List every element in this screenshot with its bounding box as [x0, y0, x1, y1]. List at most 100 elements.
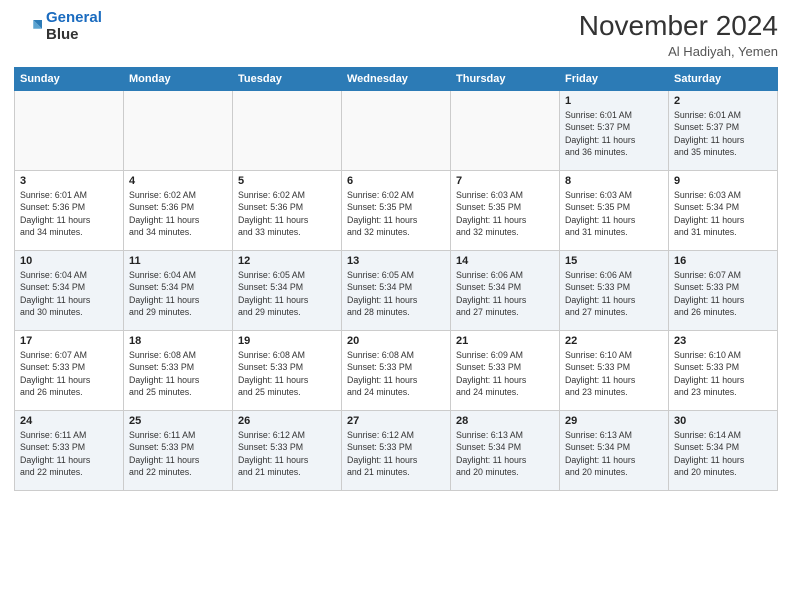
- week-row-2: 3 Sunrise: 6:01 AM Sunset: 5:36 PM Daylig…: [15, 171, 778, 251]
- day-info: Sunrise: 6:09 AM Sunset: 5:33 PM Dayligh…: [456, 349, 554, 398]
- day-info: Sunrise: 6:11 AM Sunset: 5:33 PM Dayligh…: [20, 429, 118, 478]
- day-number: 15: [565, 255, 663, 267]
- day-number: 22: [565, 335, 663, 347]
- logo-icon: [14, 13, 42, 41]
- day-number: 3: [20, 175, 118, 187]
- day-cell: 5 Sunrise: 6:02 AM Sunset: 5:36 PM Daylig…: [233, 171, 342, 251]
- col-header-sunday: Sunday: [15, 68, 124, 91]
- day-info: Sunrise: 6:03 AM Sunset: 5:34 PM Dayligh…: [674, 189, 772, 238]
- day-number: 2: [674, 95, 772, 107]
- day-number: 17: [20, 335, 118, 347]
- day-info: Sunrise: 6:08 AM Sunset: 5:33 PM Dayligh…: [238, 349, 336, 398]
- day-cell: 13 Sunrise: 6:05 AM Sunset: 5:34 PM Dayli…: [342, 251, 451, 331]
- day-cell: 9 Sunrise: 6:03 AM Sunset: 5:34 PM Daylig…: [669, 171, 778, 251]
- header: General Blue November 2024 Al Hadiyah, Y…: [14, 10, 778, 59]
- day-cell: 7 Sunrise: 6:03 AM Sunset: 5:35 PM Daylig…: [451, 171, 560, 251]
- day-cell: 15 Sunrise: 6:06 AM Sunset: 5:33 PM Dayli…: [560, 251, 669, 331]
- day-cell: [451, 91, 560, 171]
- day-cell: 14 Sunrise: 6:06 AM Sunset: 5:34 PM Dayli…: [451, 251, 560, 331]
- month-title: November 2024: [579, 10, 778, 42]
- logo: General Blue: [14, 10, 102, 43]
- day-number: 14: [456, 255, 554, 267]
- day-cell: 11 Sunrise: 6:04 AM Sunset: 5:34 PM Dayli…: [124, 251, 233, 331]
- title-block: November 2024 Al Hadiyah, Yemen: [579, 10, 778, 59]
- day-cell: 25Sunrise: 6:11 AM Sunset: 5:33 PM Dayli…: [124, 411, 233, 491]
- day-number: 5: [238, 175, 336, 187]
- week-row-1: 1 Sunrise: 6:01 AM Sunset: 5:37 PM Daylig…: [15, 91, 778, 171]
- day-cell: 18 Sunrise: 6:08 AM Sunset: 5:33 PM Dayli…: [124, 331, 233, 411]
- day-cell: 29 Sunrise: 6:13 AM Sunset: 5:34 PM Dayli…: [560, 411, 669, 491]
- week-row-4: 17 Sunrise: 6:07 AM Sunset: 5:33 PM Dayli…: [15, 331, 778, 411]
- day-info: Sunrise: 6:10 AM Sunset: 5:33 PM Dayligh…: [674, 349, 772, 398]
- col-header-monday: Monday: [124, 68, 233, 91]
- day-number: 13: [347, 255, 445, 267]
- day-cell: 17 Sunrise: 6:07 AM Sunset: 5:33 PM Dayli…: [15, 331, 124, 411]
- day-cell: 23Sunrise: 6:10 AM Sunset: 5:33 PM Dayli…: [669, 331, 778, 411]
- day-number: 20: [347, 335, 445, 347]
- day-number: 7: [456, 175, 554, 187]
- day-number: 10: [20, 255, 118, 267]
- day-number: 21: [456, 335, 554, 347]
- day-number: 12: [238, 255, 336, 267]
- day-cell: 4 Sunrise: 6:02 AM Sunset: 5:36 PM Daylig…: [124, 171, 233, 251]
- day-cell: 19 Sunrise: 6:08 AM Sunset: 5:33 PM Dayli…: [233, 331, 342, 411]
- day-cell: 6Sunrise: 6:02 AM Sunset: 5:35 PM Daylig…: [342, 171, 451, 251]
- day-cell: 1 Sunrise: 6:01 AM Sunset: 5:37 PM Daylig…: [560, 91, 669, 171]
- day-info: Sunrise: 6:04 AM Sunset: 5:34 PM Dayligh…: [129, 269, 227, 318]
- day-number: 18: [129, 335, 227, 347]
- day-info: Sunrise: 6:04 AM Sunset: 5:34 PM Dayligh…: [20, 269, 118, 318]
- week-row-5: 24 Sunrise: 6:11 AM Sunset: 5:33 PM Dayli…: [15, 411, 778, 491]
- day-cell: 22Sunrise: 6:10 AM Sunset: 5:33 PM Dayli…: [560, 331, 669, 411]
- day-info: Sunrise: 6:06 AM Sunset: 5:34 PM Dayligh…: [456, 269, 554, 318]
- day-cell: 30Sunrise: 6:14 AM Sunset: 5:34 PM Dayli…: [669, 411, 778, 491]
- day-number: 4: [129, 175, 227, 187]
- day-info: Sunrise: 6:13 AM Sunset: 5:34 PM Dayligh…: [456, 429, 554, 478]
- day-info: Sunrise: 6:02 AM Sunset: 5:36 PM Dayligh…: [238, 189, 336, 238]
- day-number: 26: [238, 415, 336, 427]
- day-info: Sunrise: 6:03 AM Sunset: 5:35 PM Dayligh…: [565, 189, 663, 238]
- col-header-tuesday: Tuesday: [233, 68, 342, 91]
- col-header-friday: Friday: [560, 68, 669, 91]
- day-number: 19: [238, 335, 336, 347]
- day-info: Sunrise: 6:01 AM Sunset: 5:36 PM Dayligh…: [20, 189, 118, 238]
- day-number: 25: [129, 415, 227, 427]
- day-number: 11: [129, 255, 227, 267]
- calendar-table: SundayMondayTuesdayWednesdayThursdayFrid…: [14, 67, 778, 491]
- col-header-wednesday: Wednesday: [342, 68, 451, 91]
- col-header-saturday: Saturday: [669, 68, 778, 91]
- day-info: Sunrise: 6:01 AM Sunset: 5:37 PM Dayligh…: [674, 109, 772, 158]
- day-info: Sunrise: 6:08 AM Sunset: 5:33 PM Dayligh…: [129, 349, 227, 398]
- day-cell: 21 Sunrise: 6:09 AM Sunset: 5:33 PM Dayli…: [451, 331, 560, 411]
- day-cell: 16Sunrise: 6:07 AM Sunset: 5:33 PM Dayli…: [669, 251, 778, 331]
- day-cell: 10 Sunrise: 6:04 AM Sunset: 5:34 PM Dayli…: [15, 251, 124, 331]
- day-info: Sunrise: 6:02 AM Sunset: 5:36 PM Dayligh…: [129, 189, 227, 238]
- day-number: 29: [565, 415, 663, 427]
- day-info: Sunrise: 6:05 AM Sunset: 5:34 PM Dayligh…: [238, 269, 336, 318]
- day-number: 27: [347, 415, 445, 427]
- day-number: 1: [565, 95, 663, 107]
- day-info: Sunrise: 6:13 AM Sunset: 5:34 PM Dayligh…: [565, 429, 663, 478]
- day-info: Sunrise: 6:02 AM Sunset: 5:35 PM Dayligh…: [347, 189, 445, 238]
- logo-text: General Blue: [46, 10, 102, 43]
- day-info: Sunrise: 6:01 AM Sunset: 5:37 PM Dayligh…: [565, 109, 663, 158]
- day-number: 8: [565, 175, 663, 187]
- day-cell: [124, 91, 233, 171]
- day-cell: 8 Sunrise: 6:03 AM Sunset: 5:35 PM Daylig…: [560, 171, 669, 251]
- day-info: Sunrise: 6:05 AM Sunset: 5:34 PM Dayligh…: [347, 269, 445, 318]
- day-cell: 26 Sunrise: 6:12 AM Sunset: 5:33 PM Dayli…: [233, 411, 342, 491]
- day-info: Sunrise: 6:12 AM Sunset: 5:33 PM Dayligh…: [238, 429, 336, 478]
- col-header-thursday: Thursday: [451, 68, 560, 91]
- day-number: 9: [674, 175, 772, 187]
- day-info: Sunrise: 6:06 AM Sunset: 5:33 PM Dayligh…: [565, 269, 663, 318]
- day-cell: 20Sunrise: 6:08 AM Sunset: 5:33 PM Dayli…: [342, 331, 451, 411]
- day-number: 24: [20, 415, 118, 427]
- day-info: Sunrise: 6:03 AM Sunset: 5:35 PM Dayligh…: [456, 189, 554, 238]
- day-cell: 27 Sunrise: 6:12 AM Sunset: 5:33 PM Dayli…: [342, 411, 451, 491]
- location-subtitle: Al Hadiyah, Yemen: [579, 44, 778, 59]
- logo-line2: Blue: [46, 27, 102, 44]
- day-cell: 12 Sunrise: 6:05 AM Sunset: 5:34 PM Dayli…: [233, 251, 342, 331]
- day-number: 28: [456, 415, 554, 427]
- day-info: Sunrise: 6:12 AM Sunset: 5:33 PM Dayligh…: [347, 429, 445, 478]
- header-row: SundayMondayTuesdayWednesdayThursdayFrid…: [15, 68, 778, 91]
- day-info: Sunrise: 6:07 AM Sunset: 5:33 PM Dayligh…: [20, 349, 118, 398]
